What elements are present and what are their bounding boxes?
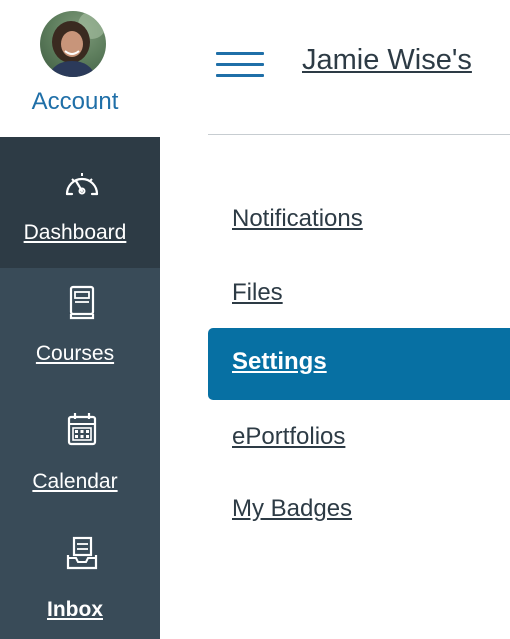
avatar (40, 11, 106, 77)
global-nav: Account Dashboard Courses Calendar Inbox (0, 0, 160, 639)
header-divider (208, 134, 510, 135)
inbox-icon (66, 536, 98, 570)
nav-label-inbox: Inbox (47, 598, 103, 621)
breadcrumb-user[interactable]: Jamie Wise's (302, 44, 472, 77)
dashboard-icon (65, 173, 99, 196)
subnav-notifications[interactable]: Notifications (232, 205, 363, 233)
courses-icon (69, 285, 95, 320)
account-link[interactable]: Account (0, 0, 160, 137)
nav-dark-panel: Dashboard Courses Calendar Inbox (0, 137, 160, 639)
subnav-eportfolios[interactable]: ePortfolios (232, 423, 345, 451)
nav-label-dashboard: Dashboard (23, 221, 127, 244)
calendar-icon (67, 413, 97, 446)
subnav-files[interactable]: Files (232, 279, 283, 307)
hamburger-icon-bar (216, 63, 264, 66)
subnav-my-badges[interactable]: My Badges (232, 495, 352, 523)
account-label: Account (31, 88, 119, 115)
hamburger-icon-bar (216, 52, 264, 55)
menu-toggle-button[interactable] (216, 50, 266, 80)
nav-label-calendar: Calendar (32, 470, 118, 493)
nav-label-courses: Courses (35, 342, 115, 365)
nav-item-dashboard[interactable]: Dashboard (0, 137, 160, 268)
nav-item-calendar[interactable]: Calendar (0, 390, 160, 512)
subnav-settings[interactable]: Settings (208, 328, 510, 400)
nav-item-inbox[interactable]: Inbox (0, 512, 160, 639)
nav-item-courses[interactable]: Courses (0, 268, 160, 390)
subnav-settings-label: Settings (232, 348, 327, 375)
hamburger-icon-bar (216, 74, 264, 77)
